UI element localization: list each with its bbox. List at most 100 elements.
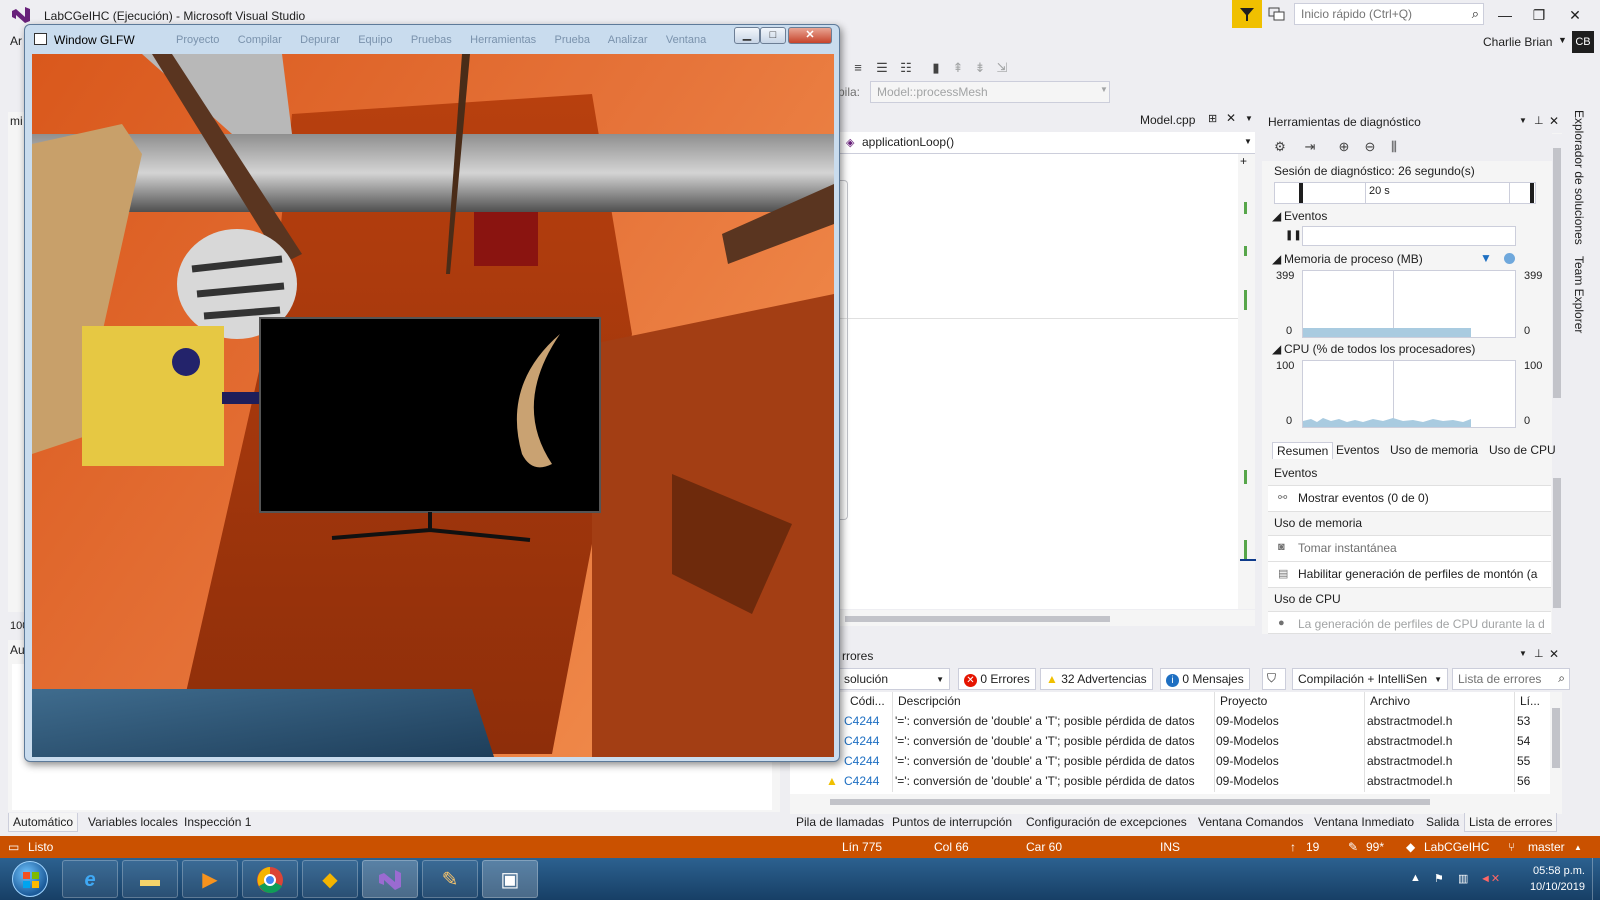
tab-command-window[interactable]: Ventana Comandos xyxy=(1194,813,1307,831)
column-description[interactable]: Descripción xyxy=(898,694,961,708)
scope-dropdown[interactable]: solución ▼ xyxy=(838,668,950,690)
row-project[interactable]: 09-Modelos xyxy=(1216,734,1279,748)
heap-profiling-label[interactable]: Habilitar generación de perfiles de mont… xyxy=(1298,567,1537,581)
zoom-out-icon[interactable]: ⊖ xyxy=(1362,139,1378,155)
chrome-icon[interactable] xyxy=(242,860,298,898)
show-desktop-button[interactable] xyxy=(1592,858,1600,900)
error-search-placeholder[interactable]: Lista de errores xyxy=(1458,672,1541,686)
tab-exception-settings[interactable]: Configuración de excepciones xyxy=(1022,813,1191,831)
show-events-label[interactable]: Mostrar eventos (0 de 0) xyxy=(1298,491,1429,505)
messages-count[interactable]: 0 Mensajes xyxy=(1182,672,1243,686)
glfw-window-icon[interactable] xyxy=(34,33,47,45)
chevron-down-icon[interactable]: ▼ xyxy=(936,675,944,684)
stack-frame-dropdown[interactable]: Model::processMesh xyxy=(870,81,1110,103)
tab-error-list[interactable]: Lista de errores xyxy=(1464,813,1558,832)
build-intellisense-dropdown[interactable]: Compilación + IntelliSen ▼ xyxy=(1292,668,1448,690)
flag-icon[interactable]: ⚑ xyxy=(1434,872,1444,885)
unpushed-commits[interactable]: 19 xyxy=(1306,840,1319,854)
left-editor-tab[interactable]: mi xyxy=(10,114,23,128)
events-track[interactable] xyxy=(1302,226,1516,246)
repo-icon[interactable]: ◆ xyxy=(1406,840,1415,854)
show-hidden-icons[interactable]: ▲ xyxy=(1410,872,1421,884)
feedback-icon[interactable] xyxy=(1268,6,1286,22)
minimize-button[interactable]: — xyxy=(1492,4,1518,26)
row-project[interactable]: 09-Modelos xyxy=(1216,714,1279,728)
collapse-icon[interactable]: ◢ xyxy=(1272,342,1281,356)
column-line[interactable]: Lí... xyxy=(1520,694,1540,708)
member-dropdown[interactable]: applicationLoop() xyxy=(862,135,954,149)
row-code[interactable]: C4244 xyxy=(844,714,879,728)
chevron-down-icon[interactable]: ▼ xyxy=(1519,649,1527,658)
glfw-window-taskbar-icon[interactable]: ▣ xyxy=(482,860,538,898)
chevron-down-icon[interactable]: ▼ xyxy=(1245,114,1253,123)
avatar[interactable]: CB xyxy=(1572,31,1594,53)
row-file[interactable]: abstractmodel.h xyxy=(1367,714,1452,728)
row-file[interactable]: abstractmodel.h xyxy=(1367,754,1452,768)
arrow-up-icon[interactable]: ↑ xyxy=(1290,840,1296,854)
chevron-down-icon[interactable]: ▼ xyxy=(1434,675,1442,684)
chevron-down-icon[interactable]: ▼ xyxy=(1100,85,1108,94)
quick-launch-input[interactable] xyxy=(1295,4,1460,24)
code-editor[interactable] xyxy=(830,154,1240,609)
scope-label[interactable]: solución xyxy=(844,672,888,686)
build-filter-label[interactable]: Compilación + IntelliSen xyxy=(1298,672,1427,686)
git-app-icon[interactable]: ◆ xyxy=(302,860,358,898)
row-line[interactable]: 56 xyxy=(1517,774,1530,788)
scroll-thumb[interactable] xyxy=(1553,148,1561,398)
pin-icon[interactable]: ⊥ xyxy=(1534,647,1544,660)
column-code[interactable]: Códi... xyxy=(850,694,885,708)
zoom-in-icon[interactable]: ⊕ xyxy=(1336,139,1352,155)
tab-events[interactable]: Eventos xyxy=(1336,443,1379,457)
internet-explorer-icon[interactable]: e xyxy=(62,860,118,898)
volume-muted-icon[interactable]: ◄✕ xyxy=(1480,872,1500,885)
gear-icon[interactable]: ⚙ xyxy=(1272,139,1288,155)
column-project[interactable]: Proyecto xyxy=(1220,694,1267,708)
scroll-thumb[interactable] xyxy=(845,616,1110,622)
row-description[interactable]: '=': conversión de 'double' a 'T'; posib… xyxy=(895,774,1195,788)
row-description[interactable]: '=': conversión de 'double' a 'T'; posib… xyxy=(895,714,1195,728)
row-line[interactable]: 54 xyxy=(1517,734,1530,748)
search-icon[interactable]: ⌕ xyxy=(1472,6,1479,22)
close-button[interactable]: ✕ xyxy=(1562,4,1588,26)
cpu-graph[interactable] xyxy=(1302,360,1516,428)
clear-filter-button[interactable]: ⛉ xyxy=(1262,668,1286,690)
row-code[interactable]: C4244 xyxy=(844,754,879,768)
pin-icon[interactable]: ⊞ xyxy=(1208,112,1217,125)
branch-icon[interactable]: ⑂ xyxy=(1508,840,1515,854)
chevron-up-icon[interactable]: ▲ xyxy=(1574,843,1582,852)
row-file[interactable]: abstractmodel.h xyxy=(1367,774,1452,788)
chevron-down-icon[interactable]: ▼ xyxy=(1558,35,1567,45)
clock-time[interactable]: 05:58 p.m. xyxy=(1515,865,1585,877)
close-panel-icon[interactable]: ✕ xyxy=(1549,647,1559,661)
tab-breakpoints[interactable]: Puntos de interrupción xyxy=(888,813,1016,831)
notification-filter-button[interactable] xyxy=(1232,0,1262,28)
scroll-thumb[interactable] xyxy=(1553,478,1561,608)
glfw-maximize-button[interactable]: □ xyxy=(760,27,786,44)
reset-zoom-icon[interactable]: ⫼ xyxy=(1386,139,1402,155)
session-timeline[interactable]: 20 s xyxy=(1274,182,1536,204)
row-code[interactable]: C4244 xyxy=(844,774,879,788)
branch-name[interactable]: master xyxy=(1528,840,1565,854)
tab-call-stack[interactable]: Pila de llamadas xyxy=(792,813,888,831)
tab-team-explorer[interactable]: Team Explorer xyxy=(1572,256,1586,333)
indent-icon[interactable]: ☰ xyxy=(874,60,890,76)
row-description[interactable]: '=': conversión de 'double' a 'T'; posib… xyxy=(895,734,1195,748)
tab-autos[interactable]: Automático xyxy=(8,813,79,832)
show-events-link[interactable]: ⚯ Mostrar eventos (0 de 0) xyxy=(1268,486,1551,512)
tab-output[interactable]: Salida xyxy=(1422,813,1463,831)
glfw-minimize-button[interactable]: ▁ xyxy=(734,27,760,44)
pin-icon[interactable]: ⊥ xyxy=(1534,114,1544,127)
collapse-icon[interactable]: ◢ xyxy=(1272,252,1281,266)
menu-file-partial[interactable]: Ar xyxy=(10,34,22,48)
summary-scrollbar[interactable] xyxy=(1552,462,1562,634)
row-file[interactable]: abstractmodel.h xyxy=(1367,734,1452,748)
visual-studio-taskbar-icon[interactable] xyxy=(362,860,418,898)
tab-watch-1[interactable]: Inspección 1 xyxy=(180,813,255,831)
outdent-icon[interactable]: ☷ xyxy=(898,60,914,76)
collapse-icon[interactable]: ◢ xyxy=(1272,209,1281,223)
glfw-title-bar[interactable]: Proyecto Compilar Depurar Equipo Pruebas… xyxy=(26,26,838,50)
tab-summary[interactable]: Resumen xyxy=(1272,442,1334,459)
column-file[interactable]: Archivo xyxy=(1370,694,1410,708)
warnings-filter-button[interactable]: ▲ 32 Advertencias xyxy=(1040,668,1153,690)
tab-memory-usage[interactable]: Uso de memoria xyxy=(1390,443,1478,457)
